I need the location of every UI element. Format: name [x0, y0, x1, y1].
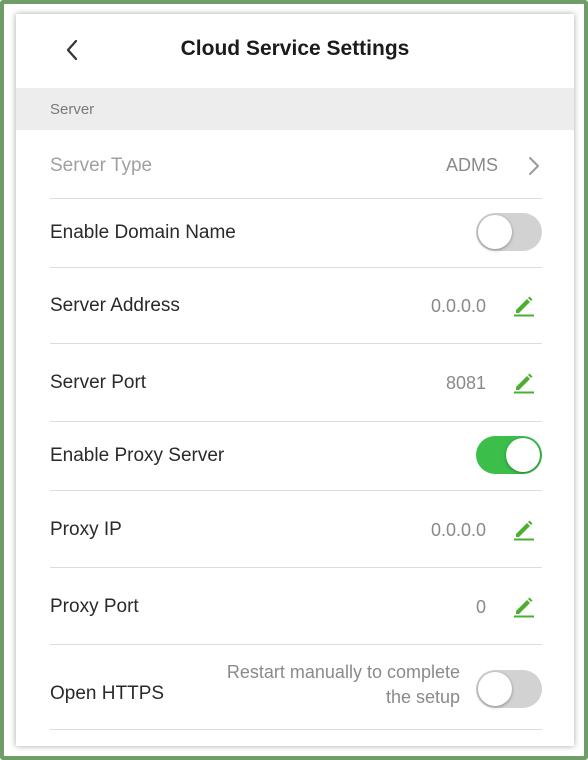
server-port-row: Server Port 8081 — [50, 344, 542, 422]
pencil-icon[interactable] — [512, 370, 536, 394]
open-https-row: Open HTTPS Restart manually to complete … — [50, 645, 542, 730]
proxy-port-row: Proxy Port 0 — [50, 568, 542, 645]
proxy-port-label: Proxy Port — [50, 596, 139, 617]
pencil-icon[interactable] — [512, 293, 536, 317]
restart-note-line1: Restart manually to complete — [226, 662, 460, 682]
enable-proxy-label: Enable Proxy Server — [50, 445, 225, 466]
proxy-ip-row: Proxy IP 0.0.0.0 — [50, 491, 542, 568]
toggle-knob — [478, 672, 512, 706]
window-frame: Cloud Service Settings Server Server Typ… — [0, 0, 588, 760]
proxy-ip-value: 0.0.0.0 — [430, 520, 486, 540]
toggle-knob — [478, 215, 512, 249]
enable-proxy-toggle[interactable] — [476, 436, 542, 474]
server-port-label: Server Port — [50, 372, 147, 393]
server-type-label: Server Type — [50, 155, 153, 176]
enable-domain-row: Enable Domain Name — [50, 199, 542, 268]
header-bar: Cloud Service Settings — [16, 14, 574, 88]
open-https-toggle[interactable] — [476, 670, 542, 708]
server-address-row: Server Address 0.0.0.0 — [50, 268, 542, 344]
settings-screen: Cloud Service Settings Server Server Typ… — [16, 14, 574, 746]
enable-domain-toggle[interactable] — [476, 213, 542, 251]
chevron-right-icon — [529, 157, 539, 175]
server-type-value: ADMS — [445, 155, 498, 175]
pencil-icon[interactable] — [512, 517, 536, 541]
server-address-label: Server Address — [50, 295, 180, 316]
proxy-ip-label: Proxy IP — [50, 519, 122, 540]
proxy-port-value: 0 — [475, 597, 486, 617]
section-label: Server — [50, 101, 95, 118]
enable-domain-label: Enable Domain Name — [50, 222, 236, 243]
server-port-value: 8081 — [445, 373, 486, 393]
section-header-server: Server — [16, 88, 574, 130]
enable-proxy-row: Enable Proxy Server — [50, 422, 542, 491]
server-type-row[interactable]: Server Type ADMS — [50, 130, 542, 199]
toggle-knob — [506, 438, 540, 472]
restart-note: Restart manually to complete the setup — [150, 660, 460, 710]
pencil-icon[interactable] — [512, 594, 536, 618]
open-https-label: Open HTTPS — [50, 683, 165, 704]
server-address-value: 0.0.0.0 — [430, 296, 486, 316]
page-title: Cloud Service Settings — [180, 37, 410, 60]
restart-note-line2: the setup — [385, 687, 460, 707]
